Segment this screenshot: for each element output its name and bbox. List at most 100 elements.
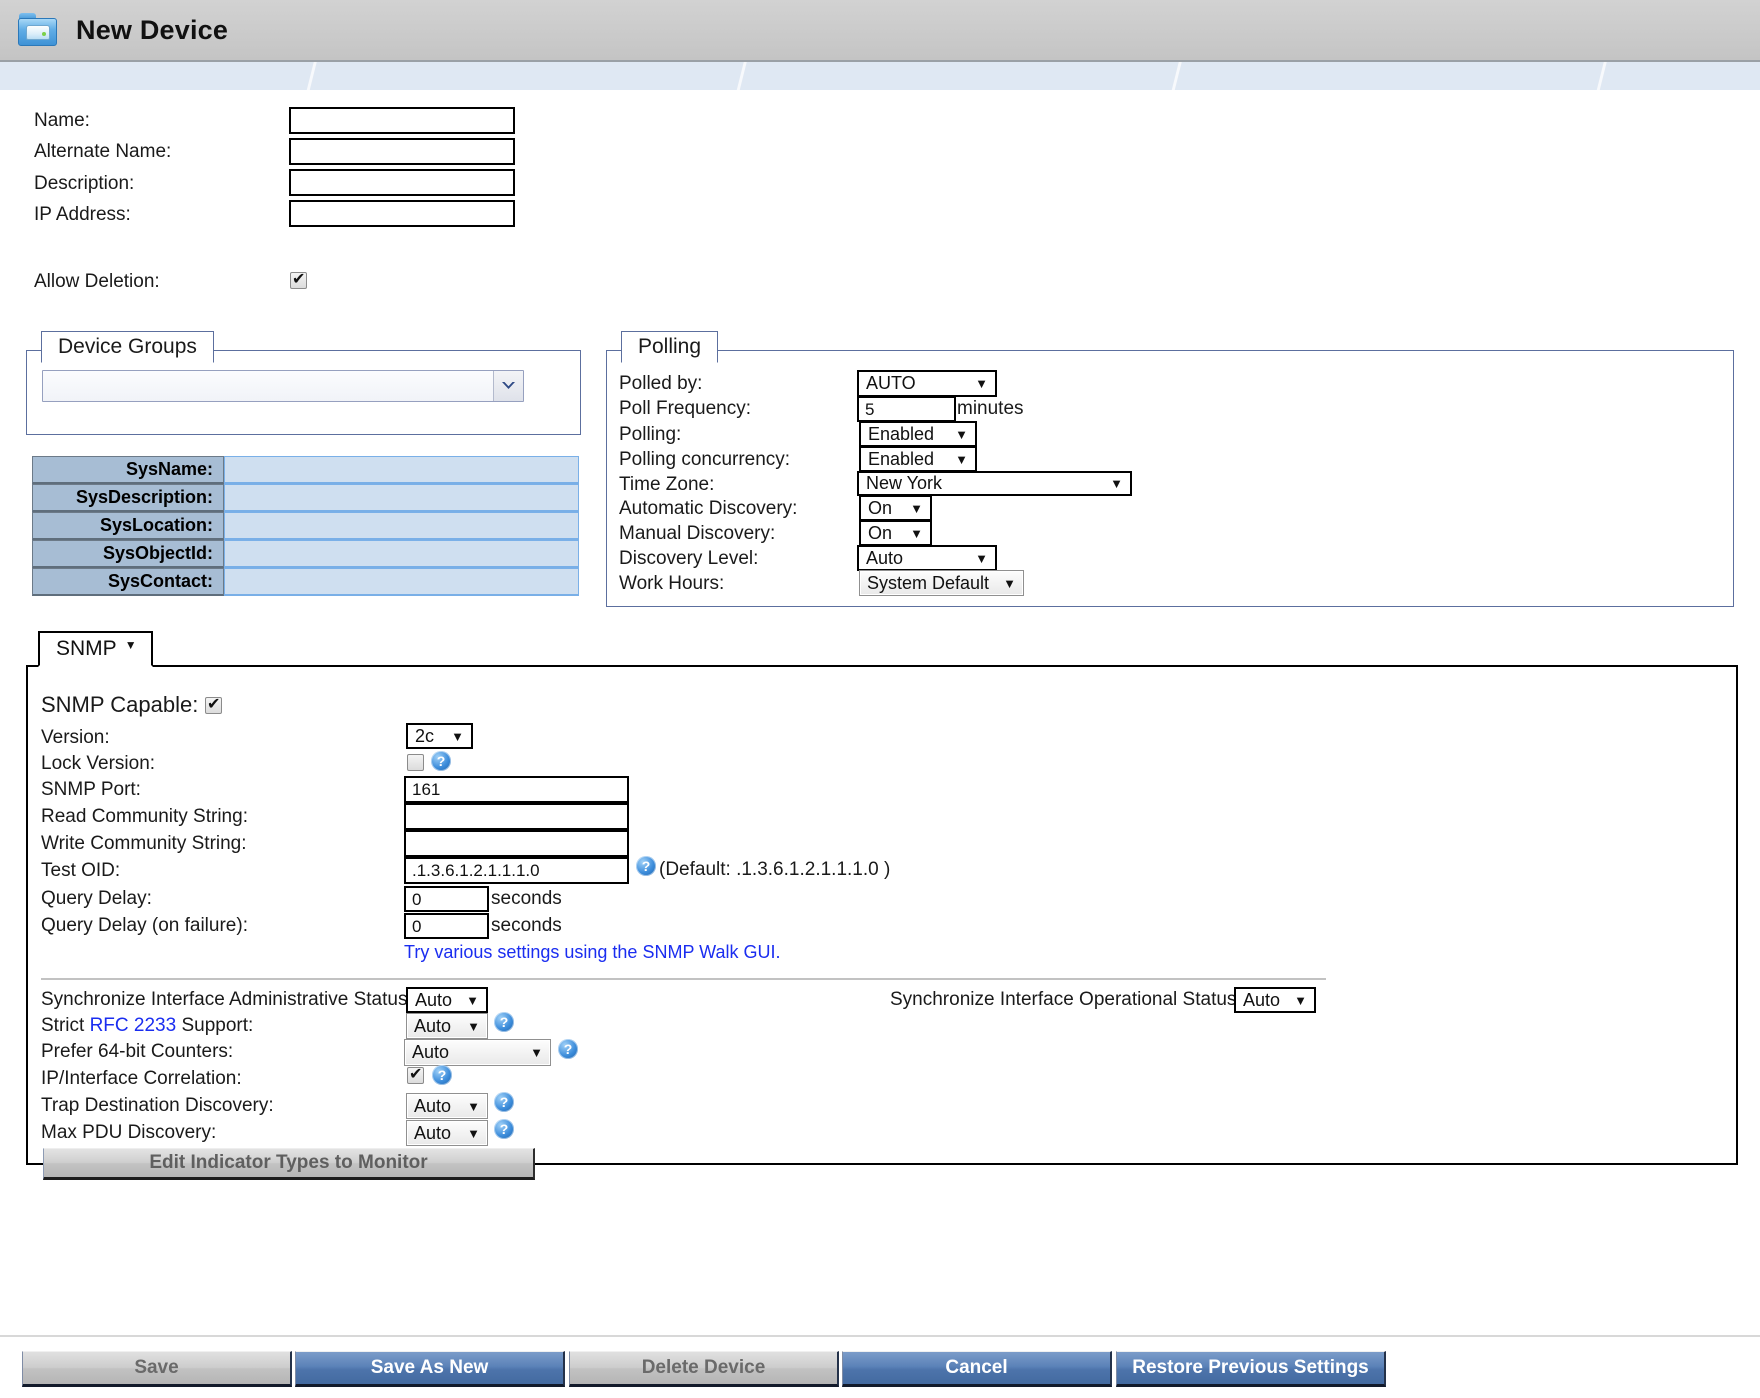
device-groups-panel: Device Groups (26, 331, 581, 435)
chevron-down-icon: ▼ (955, 451, 968, 467)
restore-previous-settings-button[interactable]: Restore Previous Settings (1116, 1351, 1386, 1387)
max-pdu-discovery-select[interactable]: Auto ▼ (406, 1120, 488, 1146)
automatic-discovery-label: Automatic Discovery: (619, 498, 798, 519)
ip-address-input[interactable] (289, 200, 515, 227)
query-delay-units: seconds (491, 888, 562, 909)
sync-admin-status-select[interactable]: Auto ▼ (406, 987, 488, 1013)
table-row: SysDescription: (32, 484, 579, 512)
query-delay-failure-input[interactable]: 0 (404, 913, 489, 939)
allow-deletion-checkbox[interactable] (290, 269, 307, 289)
device-groups-selected-value (43, 371, 493, 401)
automatic-discovery-select[interactable]: On ▼ (859, 495, 932, 521)
delete-device-button[interactable]: Delete Device (569, 1351, 839, 1387)
syscontact-value (224, 568, 579, 596)
test-oid-label: Test OID: (41, 860, 121, 881)
allow-deletion-label: Allow Deletion: (34, 271, 160, 292)
description-input[interactable] (289, 169, 515, 196)
polled-by-select[interactable]: AUTO ▼ (857, 370, 997, 397)
polling-label: Polling: (619, 424, 682, 445)
test-oid-default-note: (Default: .1.3.6.1.2.1.1.1.0 ) (659, 859, 891, 880)
strict-rfc-label: Strict RFC 2233 Support: (41, 1015, 253, 1037)
polling-legend: Polling (621, 331, 719, 363)
table-row: SysName: (32, 456, 579, 484)
discovery-level-select[interactable]: Auto ▼ (857, 545, 997, 571)
test-oid-input[interactable]: .1.3.6.1.2.1.1.1.0 (404, 857, 629, 884)
chevron-down-icon: ▼ (1294, 992, 1307, 1008)
work-hours-select[interactable]: System Default ▼ (859, 570, 1024, 596)
chevron-down-icon: ▼ (910, 500, 923, 516)
sysobjectid-key: SysObjectId: (32, 540, 224, 568)
snmp-version-label: Version: (41, 727, 110, 748)
save-as-new-button[interactable]: Save As New (295, 1351, 565, 1387)
chevron-down-icon: ▼ (955, 426, 968, 442)
chevron-down-icon: ▼ (975, 550, 988, 566)
prefer-64bit-counters-select[interactable]: Auto ▼ (404, 1039, 551, 1066)
ip-address-label: IP Address: (34, 204, 131, 225)
snmp-walk-gui-link[interactable]: Try various settings using the SNMP Walk… (404, 942, 780, 963)
sync-oper-status-select[interactable]: Auto ▼ (1234, 987, 1316, 1013)
time-zone-select[interactable]: New York ▼ (857, 471, 1132, 496)
write-community-input[interactable] (404, 830, 629, 857)
sync-admin-status-label: Synchronize Interface Administrative Sta… (41, 989, 413, 1010)
polling-concurrency-select[interactable]: Enabled ▼ (859, 446, 977, 472)
chevron-down-icon[interactable]: ▼ (125, 638, 137, 652)
query-delay-input[interactable]: 0 (404, 886, 489, 912)
strict-rfc-select[interactable]: Auto ▼ (406, 1013, 488, 1039)
edit-indicator-types-button[interactable]: Edit Indicator Types to Monitor (43, 1148, 535, 1180)
table-row: SysLocation: (32, 512, 579, 540)
help-icon[interactable]: ? (636, 856, 656, 876)
window-titlebar: New Device (0, 0, 1760, 62)
chevron-down-icon[interactable] (493, 371, 523, 401)
ip-interface-correlation-checkbox[interactable] (407, 1064, 424, 1084)
footer-bar: Save Save As New Delete Device Cancel Re… (0, 1335, 1760, 1398)
help-icon[interactable]: ? (494, 1012, 514, 1032)
tab-snmp[interactable]: SNMP ▼ (38, 631, 153, 667)
write-community-label: Write Community String: (41, 833, 247, 854)
poll-frequency-units: minutes (957, 398, 1024, 419)
snmp-capable-checkbox[interactable] (205, 694, 222, 714)
chevron-down-icon: ▼ (467, 1125, 480, 1141)
name-input[interactable] (289, 107, 515, 134)
description-label: Description: (34, 173, 135, 194)
save-button[interactable]: Save (22, 1351, 292, 1387)
help-icon[interactable]: ? (494, 1092, 514, 1112)
sysdescription-key: SysDescription: (32, 484, 224, 512)
name-label: Name: (34, 110, 90, 131)
section-divider (41, 978, 1326, 980)
system-info-table: SysName: SysDescription: SysLocation: Sy… (32, 456, 579, 596)
cancel-button[interactable]: Cancel (842, 1351, 1112, 1387)
ip-interface-correlation-label: IP/Interface Correlation: (41, 1068, 242, 1089)
help-icon[interactable]: ? (494, 1119, 514, 1139)
lock-version-checkbox[interactable] (407, 754, 424, 771)
chevron-down-icon: ▼ (466, 992, 479, 1008)
trap-destination-discovery-label: Trap Destination Discovery: (41, 1095, 274, 1116)
snmp-version-select[interactable]: 2c ▼ (406, 723, 473, 749)
chevron-down-icon: ▼ (910, 525, 923, 541)
rfc-2233-link[interactable]: RFC 2233 (90, 1015, 177, 1036)
syslocation-value (224, 512, 579, 540)
chevron-down-icon: ▼ (530, 1045, 543, 1060)
max-pdu-discovery-label: Max PDU Discovery: (41, 1122, 217, 1143)
alternate-name-label: Alternate Name: (34, 141, 172, 162)
polling-panel: Polling Polled by: AUTO ▼ Poll Frequency:… (606, 331, 1734, 607)
help-icon[interactable]: ? (432, 1065, 452, 1085)
polling-select[interactable]: Enabled ▼ (859, 421, 977, 447)
read-community-input[interactable] (404, 803, 629, 830)
poll-frequency-label: Poll Frequency: (619, 398, 752, 419)
folder-device-icon (18, 10, 60, 50)
chevron-down-icon: ▼ (451, 728, 464, 744)
chevron-down-icon: ▼ (975, 376, 988, 391)
sysname-key: SysName: (32, 456, 224, 484)
manual-discovery-select[interactable]: On ▼ (859, 520, 932, 546)
snmp-port-input[interactable]: 161 (404, 776, 629, 803)
chevron-down-icon: ▼ (467, 1018, 480, 1034)
sysdescription-value (224, 484, 579, 512)
help-icon[interactable]: ? (431, 751, 451, 771)
work-hours-label: Work Hours: (619, 573, 725, 594)
strict-rfc-suffix: Support: (176, 1015, 254, 1036)
poll-frequency-input[interactable]: 5 (857, 396, 956, 422)
alternate-name-input[interactable] (289, 138, 515, 165)
device-groups-select[interactable] (42, 370, 524, 402)
trap-destination-discovery-select[interactable]: Auto ▼ (406, 1093, 488, 1119)
help-icon[interactable]: ? (558, 1039, 578, 1059)
